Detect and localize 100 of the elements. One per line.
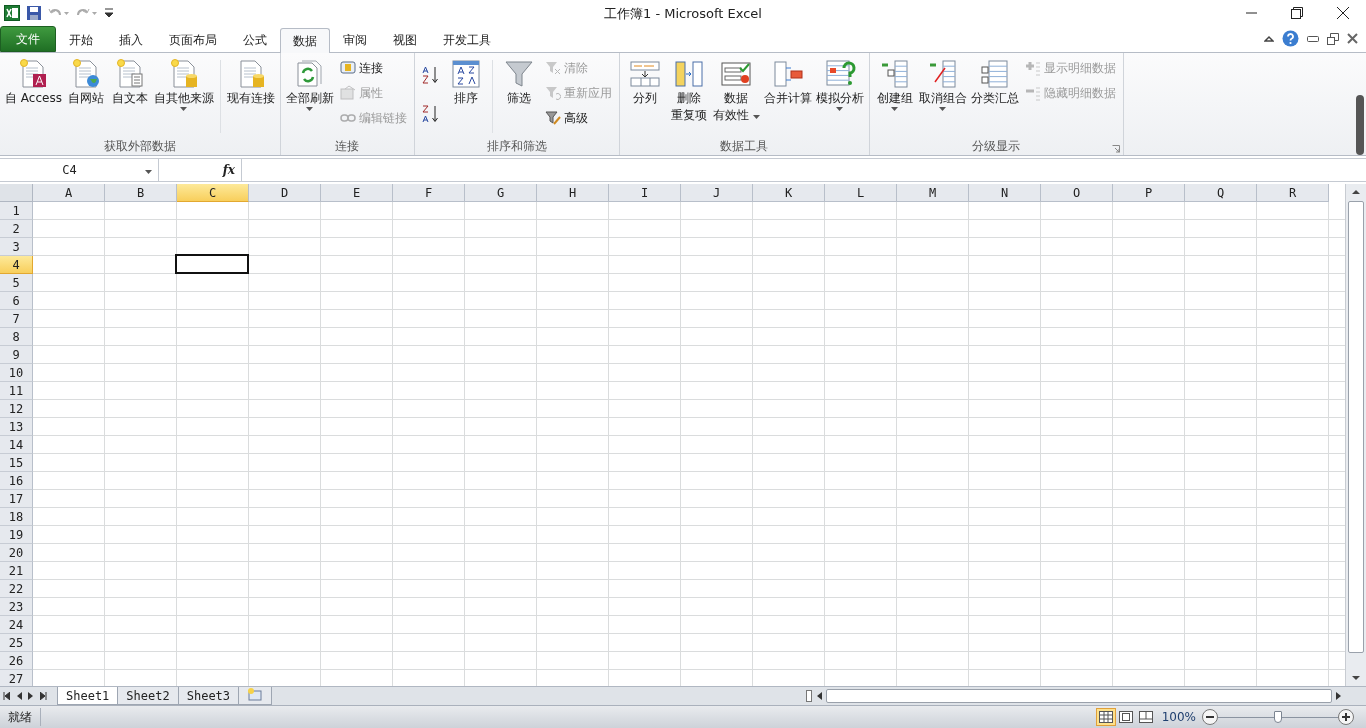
ribbon-tab[interactable]: 公式 xyxy=(230,27,280,52)
zoom-out-button[interactable] xyxy=(1202,709,1218,725)
column-header[interactable]: O xyxy=(1041,184,1113,202)
save-icon[interactable] xyxy=(26,5,42,21)
ribbon-button[interactable]: 分类汇总 xyxy=(968,56,1021,109)
row-header[interactable]: 20 xyxy=(0,544,33,562)
ribbon-button[interactable]: 分列 xyxy=(622,56,667,109)
ribbon-button[interactable]: 合并计算 xyxy=(761,56,814,109)
scroll-right-icon[interactable] xyxy=(1336,692,1342,700)
excel-logo-icon[interactable] xyxy=(4,5,20,21)
column-header[interactable]: L xyxy=(825,184,897,202)
column-header[interactable]: H xyxy=(537,184,609,202)
row-header[interactable]: 16 xyxy=(0,472,33,490)
ribbon-tab[interactable]: 数据 xyxy=(280,28,330,53)
column-header[interactable]: B xyxy=(105,184,177,202)
ribbon-tab[interactable]: 页面布局 xyxy=(156,27,230,52)
row-header[interactable]: 24 xyxy=(0,616,33,634)
column-header[interactable]: G xyxy=(465,184,537,202)
row-header[interactable]: 1 xyxy=(0,202,33,220)
column-header[interactable]: M xyxy=(897,184,969,202)
row-header[interactable]: 27 xyxy=(0,670,33,686)
dialog-launcher-icon[interactable] xyxy=(1111,145,1120,153)
row-header[interactable]: 11 xyxy=(0,382,33,400)
ribbon-tab[interactable]: 审阅 xyxy=(330,27,380,52)
column-header[interactable]: J xyxy=(681,184,753,202)
restore-workbook-icon[interactable] xyxy=(1327,32,1339,45)
sort-icon xyxy=(449,58,482,90)
column-header[interactable]: F xyxy=(393,184,465,202)
scroll-left-icon[interactable] xyxy=(816,692,822,700)
row-header[interactable]: 13 xyxy=(0,418,33,436)
row-header[interactable]: 14 xyxy=(0,436,33,454)
sheet-tab[interactable]: Sheet2 xyxy=(117,687,179,705)
ribbon-small-button[interactable]: 连接 xyxy=(337,57,409,79)
horizontal-scroll-thumb[interactable] xyxy=(826,689,1332,703)
view-button[interactable] xyxy=(1095,708,1116,726)
row-header[interactable]: 19 xyxy=(0,526,33,544)
zoom-slider[interactable] xyxy=(1218,711,1338,723)
row-header[interactable]: 18 xyxy=(0,508,33,526)
ribbon-button[interactable]: 模拟分析 xyxy=(813,56,866,113)
zoom-in-button[interactable] xyxy=(1338,709,1354,725)
collapse-ribbon-icon[interactable] xyxy=(1264,34,1274,43)
file-tab[interactable]: 文件 xyxy=(0,26,56,52)
column-header[interactable]: D xyxy=(249,184,321,202)
row-header[interactable]: 22 xyxy=(0,580,33,598)
row-header[interactable]: 26 xyxy=(0,652,33,670)
ribbon-small-button[interactable]: 高级 xyxy=(542,107,614,129)
ribbon-button[interactable]: 自其他来源 xyxy=(151,56,216,113)
ribbon-button[interactable]: 创建组 xyxy=(872,56,917,113)
column-header[interactable]: I xyxy=(609,184,681,202)
ribbon-tab[interactable]: 插入 xyxy=(106,27,156,52)
row-header[interactable]: 3 xyxy=(0,238,33,256)
row-header[interactable]: 6 xyxy=(0,292,33,310)
close-workbook-icon[interactable] xyxy=(1347,33,1358,44)
active-cell[interactable] xyxy=(175,254,249,274)
column-header[interactable]: A xyxy=(33,184,105,202)
scroll-thumb[interactable] xyxy=(1348,201,1364,653)
ribbon-button[interactable]: 数据 有效性 xyxy=(710,56,762,126)
caret-icon xyxy=(891,107,899,111)
ribbon-tab[interactable]: 开始 xyxy=(56,27,106,52)
column-header[interactable]: C xyxy=(177,184,249,202)
row-header[interactable]: 15 xyxy=(0,454,33,472)
row-header[interactable]: 21 xyxy=(0,562,33,580)
customize-menu-icon[interactable] xyxy=(104,6,114,20)
ribbon-tab[interactable]: 开发工具 xyxy=(430,27,504,52)
row-header[interactable]: 5 xyxy=(0,274,33,292)
ribbon-button[interactable]: 筛选 xyxy=(496,56,541,109)
ribbon-button[interactable]: 自 Access xyxy=(3,56,64,109)
column-header[interactable]: E xyxy=(321,184,393,202)
scroll-up-icon[interactable] xyxy=(1351,187,1361,197)
column-header[interactable]: R xyxy=(1257,184,1329,202)
ribbon-button[interactable]: 删除 重复项 xyxy=(666,56,711,126)
minimize-workbook-icon[interactable] xyxy=(1307,35,1319,42)
column-header[interactable]: N xyxy=(969,184,1041,202)
ribbon-button[interactable]: 现有连接 xyxy=(224,56,277,109)
ribbon-button[interactable]: 自网站 xyxy=(63,56,108,109)
ribbon-button[interactable]: 取消组合 xyxy=(916,56,969,113)
ribbon-button[interactable]: 排序 xyxy=(443,56,488,109)
ribbon-button[interactable]: 全部刷新 xyxy=(283,56,336,113)
help-icon[interactable] xyxy=(1282,30,1299,47)
row-header[interactable]: 7 xyxy=(0,310,33,328)
row-header[interactable]: 9 xyxy=(0,346,33,364)
row-header[interactable]: 2 xyxy=(0,220,33,238)
column-header[interactable]: P xyxy=(1113,184,1185,202)
sheet-tab[interactable]: Sheet3 xyxy=(177,687,240,705)
row-header[interactable]: 25 xyxy=(0,634,33,652)
ribbon-button[interactable]: 自文本 xyxy=(107,56,152,109)
column-header[interactable]: K xyxy=(753,184,825,202)
sheet-tab[interactable]: Sheet1 xyxy=(57,687,119,705)
row-header[interactable]: 10 xyxy=(0,364,33,382)
row-header[interactable]: 23 xyxy=(0,598,33,616)
split-handle-icon[interactable] xyxy=(806,690,812,702)
scroll-thumb-icon[interactable] xyxy=(1356,95,1364,155)
restore-icon xyxy=(1291,7,1303,19)
row-header[interactable]: 17 xyxy=(0,490,33,508)
column-header[interactable]: Q xyxy=(1185,184,1257,202)
row-header[interactable]: 12 xyxy=(0,400,33,418)
ribbon-tab[interactable]: 视图 xyxy=(380,27,430,52)
scroll-down-icon[interactable] xyxy=(1351,673,1361,683)
row-header[interactable]: 8 xyxy=(0,328,33,346)
row-header[interactable]: 4 xyxy=(0,256,33,274)
